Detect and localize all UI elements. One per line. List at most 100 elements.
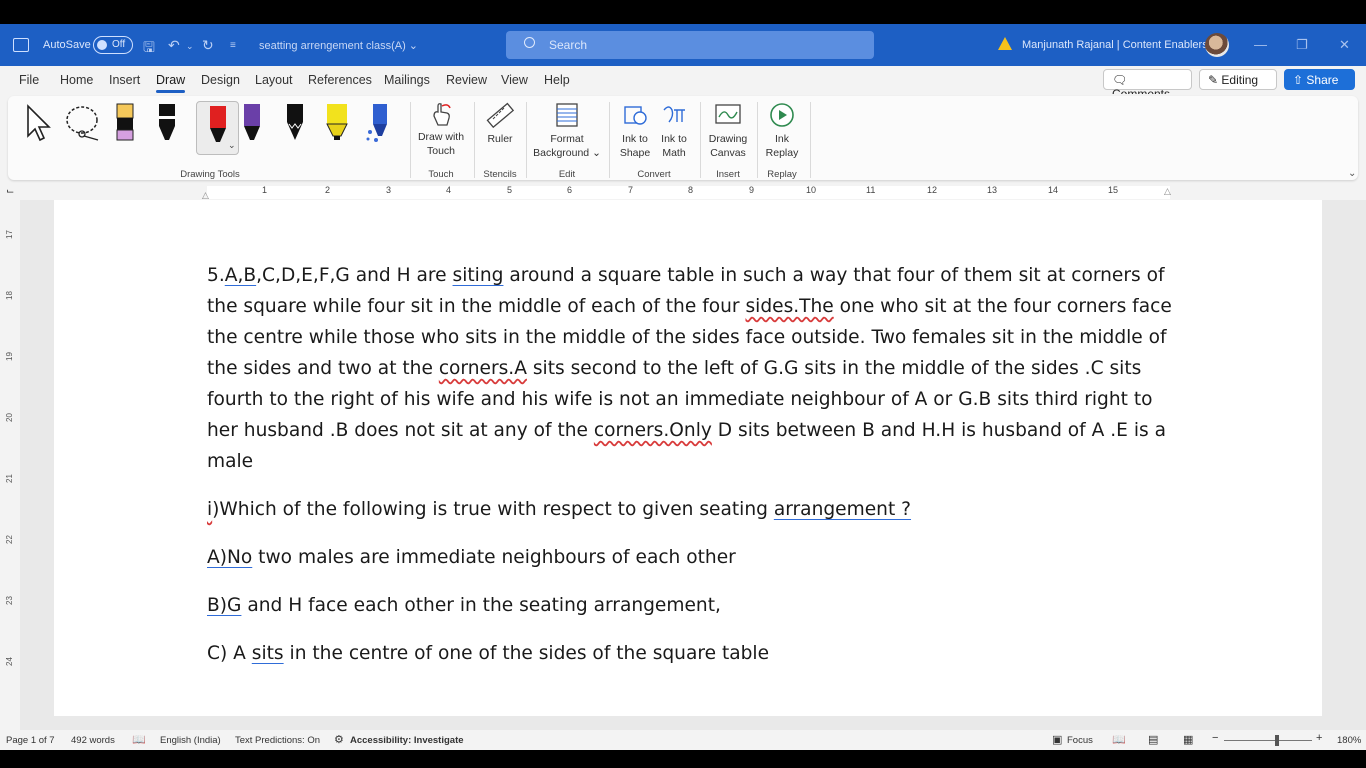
restore-icon[interactable]: ❐ <box>1296 37 1308 53</box>
autosave-state: Off <box>112 39 126 50</box>
spelling-flag[interactable]: corners.Only <box>594 420 712 441</box>
tab-file[interactable]: File <box>19 73 39 87</box>
select-objects-icon[interactable] <box>24 102 54 144</box>
tab-references[interactable]: References <box>308 73 372 87</box>
avatar[interactable] <box>1205 33 1229 57</box>
vruler-number: 17 <box>4 230 14 239</box>
spelling-flag[interactable]: corners.A <box>439 358 527 379</box>
black-pen-icon[interactable] <box>152 102 182 144</box>
tab-selector-icon[interactable]: ⌙ <box>6 186 14 197</box>
customize-toolbar-icon[interactable]: ≡ <box>230 40 236 51</box>
drawing-canvas-icon <box>715 104 741 124</box>
paragraph-option-c[interactable]: C) A sits in the centre of one of the si… <box>207 638 1177 669</box>
zoom-slider-handle[interactable] <box>1275 735 1279 746</box>
drawing-canvas-button[interactable]: Drawing Canvas <box>702 102 754 160</box>
pen-options-chevron-icon[interactable]: ⌄ <box>228 140 236 151</box>
undo-icon[interactable]: ↶ <box>168 37 180 54</box>
ruler-label: Ruler <box>487 133 513 145</box>
grammar-flag[interactable]: A)No <box>207 547 252 568</box>
ink-replay-button[interactable]: Ink Replay <box>758 102 806 160</box>
draw-with-touch-button[interactable]: Draw with Touch <box>412 102 470 158</box>
group-edit: Edit <box>558 169 576 180</box>
tab-review[interactable]: Review <box>446 73 487 87</box>
grammar-flag[interactable]: arrangement ? <box>774 499 911 520</box>
focus-button[interactable]: Focus <box>1067 735 1093 746</box>
tab-insert[interactable]: Insert <box>109 73 140 87</box>
paragraph-option-a[interactable]: A)No two males are immediate neighbours … <box>207 542 1177 573</box>
yellow-highlighter-icon[interactable] <box>322 102 352 144</box>
close-icon[interactable]: ✕ <box>1339 37 1350 53</box>
share-label: Share <box>1306 73 1339 87</box>
paragraph-question[interactable]: i)Which of the following is true with re… <box>207 494 1177 525</box>
drawing-canvas-label-2: Canvas <box>710 147 746 159</box>
grammar-flag[interactable]: B)G <box>207 595 241 616</box>
autosave-toggle[interactable]: Off <box>93 36 133 54</box>
purple-pen-icon[interactable] <box>237 102 267 144</box>
text-run: C) A <box>207 643 252 664</box>
accessibility-status[interactable]: Accessibility: Investigate <box>350 735 464 746</box>
format-background-button[interactable]: Format Background ⌄ <box>530 102 604 160</box>
vruler-number: 20 <box>4 413 14 422</box>
right-indent-marker-icon[interactable]: △ <box>1164 186 1171 197</box>
ink-to-math-button[interactable]: Ink to Math <box>654 102 694 160</box>
black-pencil-icon[interactable] <box>280 102 310 144</box>
autosave-label: AutoSave <box>43 39 91 51</box>
redo-icon[interactable]: ↻ <box>202 37 214 54</box>
draw-with-touch-label-1: Draw with <box>417 131 465 143</box>
tab-layout[interactable]: Layout <box>255 73 293 87</box>
galaxy-pen-icon[interactable] <box>364 102 394 144</box>
zoom-level[interactable]: 180% <box>1337 735 1361 746</box>
tab-mailings[interactable]: Mailings <box>384 73 430 87</box>
grammar-flag[interactable]: A,B <box>225 265 256 286</box>
lasso-select-icon[interactable] <box>64 102 102 144</box>
vertical-ruler[interactable]: 17 18 19 20 21 22 23 24 <box>0 200 20 730</box>
word-count[interactable]: 492 words <box>71 735 115 746</box>
collapse-ribbon-icon[interactable]: ⌄ <box>1348 168 1356 179</box>
document-body[interactable]: 5.A,B,C,D,E,F,G and H are siting around … <box>207 260 1177 686</box>
editing-button[interactable]: ✎ Editing ⌄ <box>1199 69 1277 101</box>
ink-to-shape-button[interactable]: Ink to Shape <box>614 102 656 160</box>
read-mode-icon[interactable]: 📖 <box>1112 733 1126 746</box>
tab-home[interactable]: Home <box>60 73 93 87</box>
document-title[interactable]: seatting arrengement class(A) ⌄ <box>259 39 418 52</box>
minimize-icon[interactable]: — <box>1254 37 1267 52</box>
ink-replay-label-1: Ink <box>774 133 789 145</box>
format-bg-label-2: Background <box>533 147 590 159</box>
comments-button[interactable]: 🗨 Comments <box>1103 69 1192 101</box>
web-layout-icon[interactable]: ▦ <box>1183 733 1193 746</box>
ruler-number: 8 <box>688 185 694 195</box>
zoom-slider[interactable] <box>1224 740 1312 741</box>
share-button[interactable]: ⇧ Share ⌄ <box>1284 69 1355 101</box>
eraser-pen-icon[interactable] <box>110 102 140 144</box>
grammar-flag[interactable]: siting <box>453 265 504 286</box>
print-layout-icon[interactable]: ▤ <box>1148 733 1158 746</box>
save-icon[interactable]: 🖫 <box>143 37 155 61</box>
warning-icon[interactable] <box>998 37 1012 50</box>
zoom-out-icon[interactable]: − <box>1212 732 1218 744</box>
grammar-flag[interactable]: sits <box>252 643 284 664</box>
paragraph-problem[interactable]: 5.A,B,C,D,E,F,G and H are siting around … <box>207 260 1177 477</box>
tab-design[interactable]: Design <box>201 73 240 87</box>
page-count[interactable]: Page 1 of 7 <box>6 735 55 746</box>
tab-draw[interactable]: Draw <box>156 73 186 93</box>
tab-help[interactable]: Help <box>544 73 570 87</box>
tab-view[interactable]: View <box>501 73 528 87</box>
ruler-button[interactable]: Ruler <box>476 102 524 146</box>
search-box[interactable]: Search <box>506 31 874 59</box>
document-page[interactable]: 5.A,B,C,D,E,F,G and H are siting around … <box>54 200 1322 716</box>
undo-dropdown-icon[interactable]: ⌄ <box>186 41 194 52</box>
spelling-flag[interactable]: sides.The <box>745 296 833 317</box>
group-stencils: Stencils <box>483 169 517 180</box>
ruler-number: 14 <box>1048 185 1059 195</box>
separator <box>810 102 811 178</box>
red-pen-selected[interactable]: ⌄ <box>196 101 239 155</box>
user-name[interactable]: Manjunath Rajanal | Content Enablers <box>1022 39 1208 51</box>
focus-icon: ▣ <box>1052 734 1063 746</box>
toggle-knob <box>97 40 107 50</box>
language[interactable]: English (India) <box>160 735 221 746</box>
proofing-icon[interactable]: 📖 <box>132 733 146 746</box>
zoom-in-icon[interactable]: + <box>1316 732 1322 744</box>
text-predictions[interactable]: Text Predictions: On <box>235 735 320 746</box>
paragraph-option-b[interactable]: B)G and H face each other in the seating… <box>207 590 1177 621</box>
horizontal-ruler[interactable]: ⌙ 1 2 3 4 5 6 7 8 9 10 11 12 13 14 15 △ … <box>0 184 1366 200</box>
